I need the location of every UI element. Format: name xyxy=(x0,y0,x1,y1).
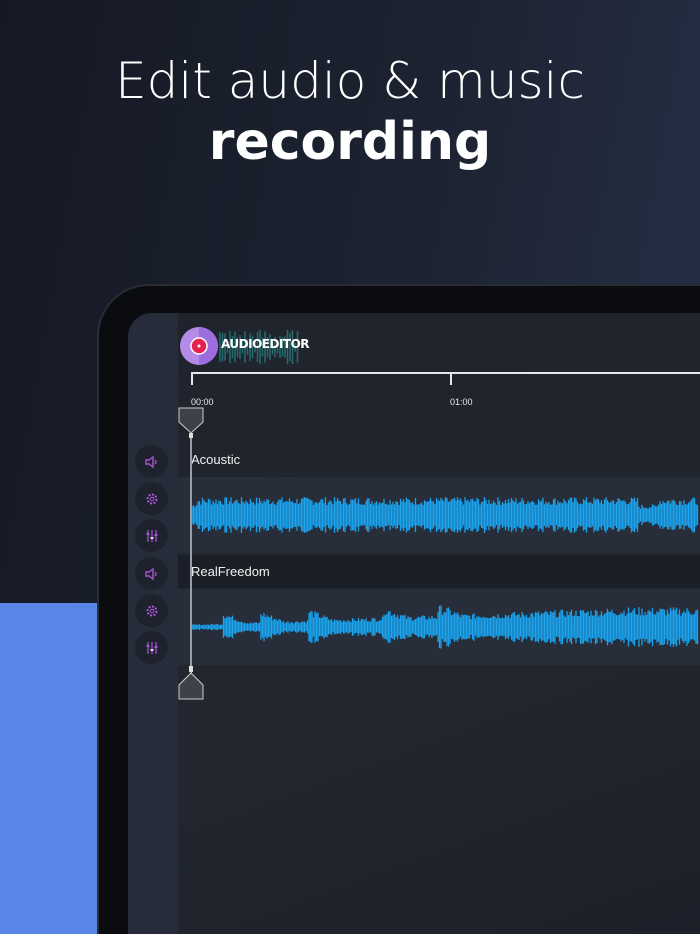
track-name: RealFreedom xyxy=(191,564,270,579)
track-waveform-lane[interactable] xyxy=(178,477,700,553)
waveform-acoustic xyxy=(178,477,700,553)
track-name: Acoustic xyxy=(191,452,240,467)
equalizer-button[interactable] xyxy=(135,519,168,552)
track-waveform-lane[interactable] xyxy=(178,589,700,665)
gear-icon xyxy=(145,604,159,618)
timeline-ruler[interactable] xyxy=(191,372,700,385)
speaker-icon xyxy=(145,568,159,580)
time-label: 00:00 xyxy=(191,397,214,407)
app-screen: AUDIOEDITOR 00:00 01:00 Acoustic RealFre… xyxy=(128,313,700,934)
mixer-icon xyxy=(145,641,159,655)
waveform-realfreedom xyxy=(178,589,700,665)
settings-button[interactable] xyxy=(135,482,168,515)
playhead-line xyxy=(190,433,192,673)
mixer-icon xyxy=(145,529,159,543)
decorative-blue-block xyxy=(0,603,100,934)
app-logo-text: AUDIOEDITOR xyxy=(221,337,309,351)
settings-button[interactable] xyxy=(135,594,168,627)
volume-button[interactable] xyxy=(135,445,168,478)
speaker-icon xyxy=(145,456,159,468)
playhead-top-handle[interactable] xyxy=(178,407,206,441)
track-controls-sidebar xyxy=(128,313,178,934)
gear-icon xyxy=(145,492,159,506)
time-label: 01:00 xyxy=(450,397,473,407)
volume-button[interactable] xyxy=(135,557,168,590)
headline-line-1: Edit audio & music xyxy=(0,52,700,110)
playhead-bottom-handle[interactable] xyxy=(178,666,206,702)
timeline-tick xyxy=(450,372,452,385)
headline-line-2: recording xyxy=(0,112,700,172)
equalizer-button[interactable] xyxy=(135,631,168,664)
